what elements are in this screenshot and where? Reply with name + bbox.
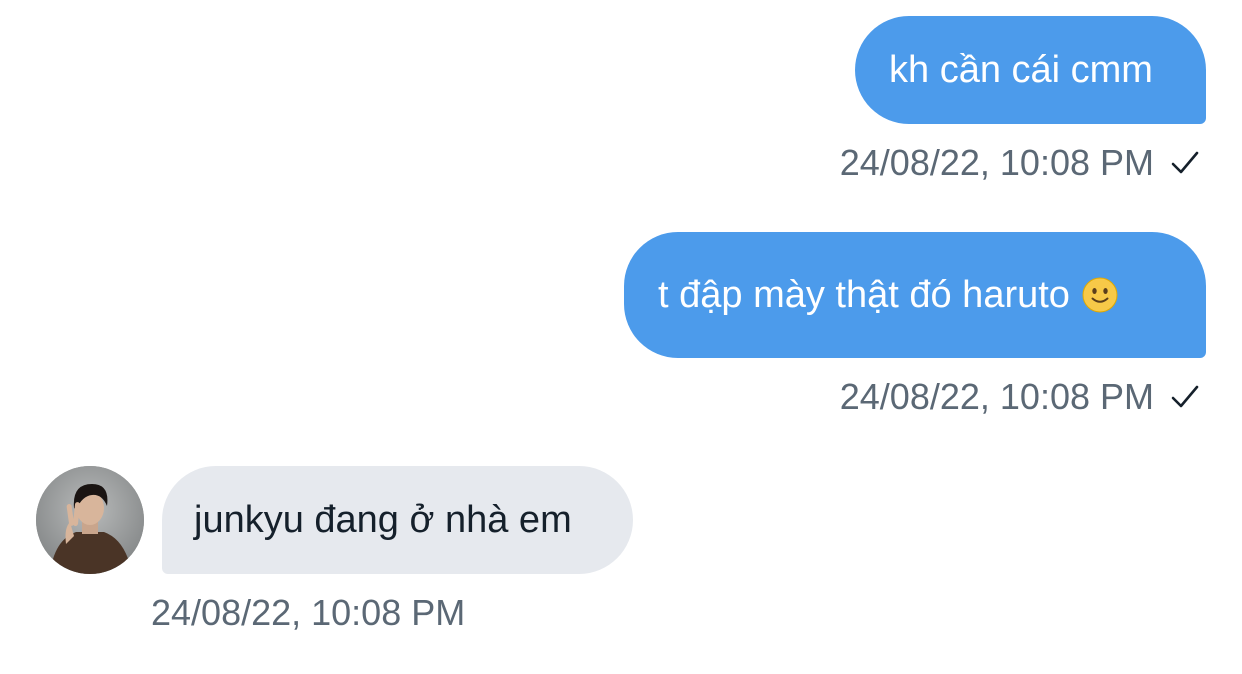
- message-text: kh cần cái cmm: [889, 49, 1153, 91]
- outgoing-message-bubble[interactable]: t đập mày thật đó haruto: [624, 232, 1206, 358]
- check-icon: [1171, 151, 1199, 174]
- contact-avatar[interactable]: [36, 466, 144, 574]
- slightly-smiling-face-icon: [1082, 277, 1118, 313]
- incoming-message-bubble[interactable]: junkyu đang ở nhà em: [162, 466, 633, 574]
- avatar-image-icon: [36, 466, 144, 574]
- message-meta: 24/08/22, 10:08 PM: [151, 595, 465, 631]
- message-timestamp: 24/08/22, 10:08 PM: [839, 142, 1154, 183]
- check-icon: [1171, 385, 1199, 408]
- message-meta: 24/08/22, 10:08 PM: [840, 379, 1200, 415]
- message-meta: 24/08/22, 10:08 PM: [840, 145, 1200, 181]
- outgoing-message-bubble[interactable]: kh cần cái cmm: [855, 16, 1206, 124]
- message-text: t đập mày thật đó haruto: [658, 274, 1070, 316]
- message-text: junkyu đang ở nhà em: [194, 499, 572, 541]
- message-timestamp: 24/08/22, 10:08 PM: [151, 592, 466, 633]
- message-timestamp: 24/08/22, 10:08 PM: [839, 376, 1154, 417]
